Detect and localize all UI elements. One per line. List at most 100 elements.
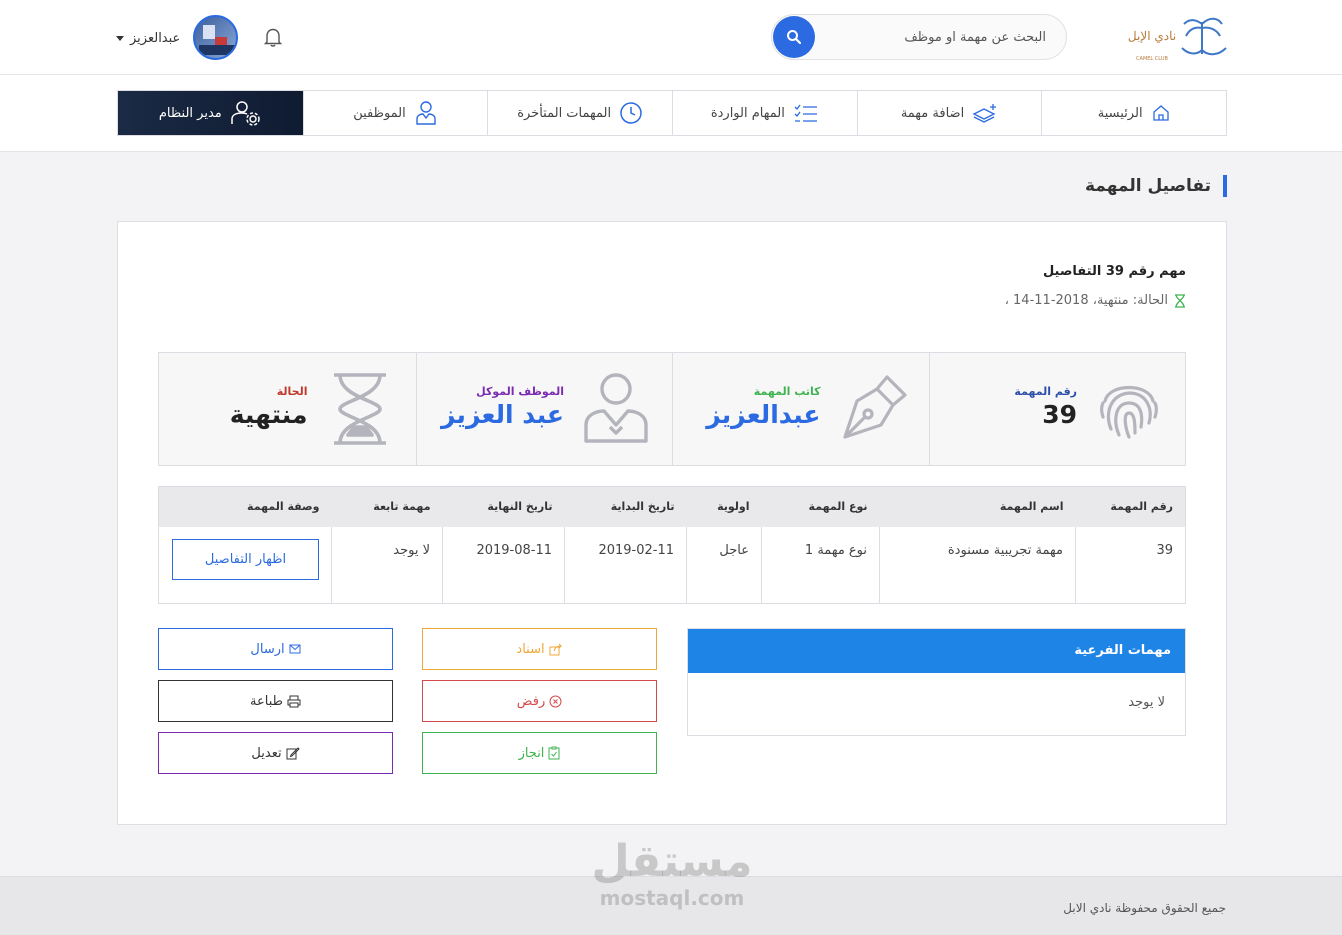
cell-task-description: اظهار التفاصيل xyxy=(159,527,332,604)
stat-task-number-value: 39 xyxy=(1042,400,1077,429)
task-details-card: مهم رقم 39 التفاصيل الحالة: منتهية، 2018… xyxy=(117,221,1227,825)
search-bar xyxy=(771,14,1067,60)
edit-button[interactable]: تعديل xyxy=(158,732,393,774)
subtasks-empty: لا يوجد xyxy=(1128,695,1165,710)
printer-icon xyxy=(287,695,301,707)
stat-task-writer-label: كاتب المهمة xyxy=(753,385,821,398)
task-status-text: الحالة: منتهية، 2018-11-14 ، xyxy=(1004,293,1168,308)
reject-button-label: رفض xyxy=(516,693,546,709)
nav-item-add-task[interactable]: اضافة مهمة xyxy=(856,91,1042,135)
cell-end-date: 2019-08-11 xyxy=(442,526,565,604)
cell-priority: عاجل xyxy=(686,526,762,604)
stat-assigned-employee: الموظف الموكل عبد العزيز xyxy=(415,353,673,465)
stat-task-writer-value: عبدالعزيز xyxy=(706,400,821,429)
nav-item-incoming-tasks[interactable]: المهام الواردة xyxy=(671,91,857,135)
mostaql-watermark: مستقل mostaql.com xyxy=(587,838,757,918)
notifications-button[interactable] xyxy=(262,26,284,48)
bell-icon xyxy=(263,28,283,47)
stat-task-writer: كاتب المهمة عبدالعزيز xyxy=(672,353,929,465)
nav-item-add-task-label: اضافة مهمة xyxy=(900,105,965,121)
hourglass-icon xyxy=(1175,293,1185,308)
clipboard-check-icon xyxy=(548,746,560,760)
watermark-latin: mostaql.com xyxy=(599,886,745,910)
print-button[interactable]: طباعة xyxy=(158,680,393,722)
share-icon xyxy=(549,643,562,655)
main-navigation-bar: الرئيسية اضافة مهمة المهام الواردة المهم… xyxy=(0,75,1342,152)
user-name: عبدالعزيز xyxy=(130,30,181,46)
cell-task-number: 39 xyxy=(1075,526,1186,604)
nav-item-late-tasks[interactable]: المهمات المتأخرة xyxy=(487,91,672,135)
search-input[interactable] xyxy=(826,15,1046,59)
clock-icon xyxy=(620,102,642,124)
nav-item-incoming-tasks-label: المهام الواردة xyxy=(710,105,785,121)
col-task-name: اسم المهمة xyxy=(879,486,1076,527)
pen-icon xyxy=(842,375,907,439)
employees-icon xyxy=(416,101,436,125)
cell-parent-task: لا يوجد xyxy=(331,526,443,604)
employee-icon xyxy=(584,373,648,443)
hourglass-large-icon xyxy=(333,373,386,445)
stat-task-number: رقم المهمة 39 xyxy=(928,353,1186,465)
nav-item-system-admin[interactable]: مدير النظام xyxy=(117,91,303,135)
cell-start-date: 2019-02-11 xyxy=(564,526,687,604)
col-parent-task: مهمة تابعة xyxy=(331,486,443,527)
nav-item-home-label: الرئيسية xyxy=(1097,105,1143,121)
close-circle-icon xyxy=(549,695,562,707)
send-button[interactable]: ارسال xyxy=(158,628,393,670)
camel-club-logo[interactable]: نادي الإبل CAMEL CLUB xyxy=(1128,10,1228,64)
col-task-type: نوع المهمة xyxy=(761,486,880,527)
chevron-down-icon xyxy=(116,35,124,41)
envelope-icon xyxy=(289,644,301,654)
assign-button-label: اسناد xyxy=(516,641,545,657)
watermark-arabic: مستقل xyxy=(591,836,753,887)
complete-button-label: انجاز xyxy=(518,745,545,761)
admin-gear-icon xyxy=(231,101,260,126)
subtasks-panel: مهمات الفرعية لا يوجد xyxy=(687,628,1186,736)
nav-item-employees-label: الموظفين xyxy=(353,105,406,121)
stat-status: الحالة منتهية xyxy=(159,353,416,465)
nav-item-home[interactable]: الرئيسية xyxy=(1041,91,1226,135)
task-stats-row: رقم المهمة 39 كاتب المهمة عبدالعزيز المو… xyxy=(158,352,1186,466)
send-button-label: ارسال xyxy=(250,641,285,657)
table-row: 39 مهمة تجريبية مسنودة نوع مهمة 1 عاجل 2… xyxy=(159,526,1186,604)
stat-assigned-employee-label: الموظف الموكل xyxy=(476,385,564,398)
col-end-date: تاريخ النهاية xyxy=(442,486,565,527)
checklist-icon xyxy=(794,104,817,122)
col-task-description: وصفة المهمة xyxy=(158,486,332,527)
cell-task-name: مهمة تجريبية مسنودة xyxy=(879,526,1076,604)
stat-task-number-label: رقم المهمة xyxy=(1014,385,1077,398)
task-status-line: الحالة: منتهية، 2018-11-14 ، xyxy=(1005,293,1186,308)
search-icon xyxy=(787,30,802,45)
page-title: تفاصيل المهمة xyxy=(1000,175,1227,197)
assign-button[interactable]: اسناد xyxy=(422,628,657,670)
print-button-label: طباعة xyxy=(250,693,283,709)
nav-item-system-admin-label: مدير النظام xyxy=(158,105,222,121)
stat-assigned-employee-value: عبد العزيز xyxy=(441,400,564,429)
col-priority: اولوية xyxy=(686,486,762,527)
nav-item-employees[interactable]: الموظفين xyxy=(302,91,488,135)
stat-status-label: الحالة xyxy=(276,385,308,398)
cell-task-type: نوع مهمة 1 xyxy=(761,526,880,604)
fingerprint-icon xyxy=(1099,386,1159,439)
table-header-row: رقم المهمة اسم المهمة نوع المهمة اولوية … xyxy=(158,486,1186,527)
top-header: نادي الإبل CAMEL CLUB عبدالعزيز xyxy=(0,0,1342,75)
complete-button[interactable]: انجاز xyxy=(422,732,657,774)
task-heading: مهم رقم 39 التفاصيل xyxy=(1042,264,1186,279)
user-menu-dropdown[interactable]: عبدالعزيز xyxy=(116,28,180,48)
logo-text: نادي الإبل xyxy=(1128,29,1176,44)
reject-button[interactable]: رفض xyxy=(422,680,657,722)
search-button[interactable] xyxy=(773,16,815,58)
edit-icon xyxy=(286,747,300,760)
user-avatar[interactable] xyxy=(193,15,238,60)
add-task-icon xyxy=(972,104,997,123)
logo-subtext: CAMEL CLUB xyxy=(1136,56,1168,62)
copyright-text: جميع الحقوق محفوظة نادي الابل xyxy=(1063,901,1226,915)
stat-status-value: منتهية xyxy=(229,400,308,429)
home-icon xyxy=(1152,105,1169,121)
col-start-date: تاريخ البداية xyxy=(564,486,687,527)
show-details-button[interactable]: اظهار التفاصيل xyxy=(172,538,319,580)
tasks-table: رقم المهمة اسم المهمة نوع المهمة اولوية … xyxy=(158,486,1186,604)
nav-item-late-tasks-label: المهمات المتأخرة xyxy=(517,105,612,121)
subtasks-title: مهمات الفرعية xyxy=(688,629,1185,673)
main-navigation: الرئيسية اضافة مهمة المهام الواردة المهم… xyxy=(117,90,1227,136)
